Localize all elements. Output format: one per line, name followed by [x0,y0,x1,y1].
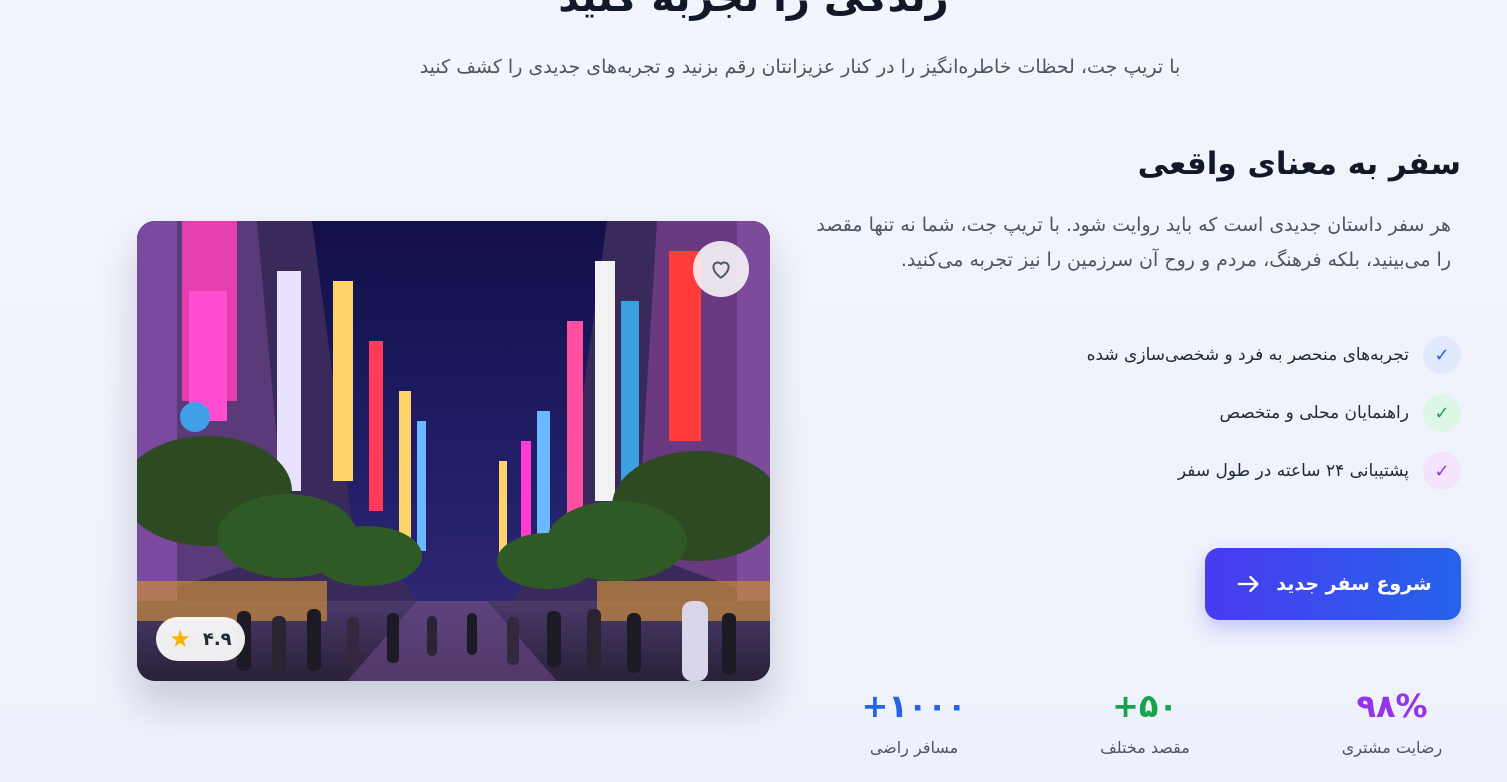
heart-icon [712,261,730,279]
section-description: هر سفر داستان جدیدی است که باید روایت شو… [816,214,1451,271]
city-night-photo [137,221,770,681]
check-icon: ✓ [1423,394,1461,432]
stat-value: ۹۸% [1356,687,1428,725]
feature-item: ✓ راهنمایان محلی و متخصص [1001,394,1461,432]
stat-label: رضایت مشتری [1341,738,1443,757]
arrow-right-icon [1237,575,1259,593]
stat-satisfaction: ۹۸% رضایت مشتری [1302,686,1482,757]
stat-value: ۱۰۰۰+ [861,687,967,725]
feature-label: تجربه‌های منحصر به فرد و شخصی‌سازی شده [1086,345,1409,365]
rating-badge: ★ ۴.۹ [156,617,245,661]
section-title: سفر به معنای واقعی [1137,146,1461,182]
check-icon: ✓ [1423,336,1461,374]
hero-subtitle: با تریپ جت، لحظات خاطره‌انگیز را در کنار… [419,56,1181,78]
hero-title: زندگی را تجربه کنید [0,0,1507,18]
stats-row: ۹۸% رضایت مشتری ۵۰+ مقصد مختلف ۱۰۰۰+ مسا… [820,686,1460,766]
start-trip-label: شروع سفر جدید [1276,573,1432,595]
start-trip-button[interactable]: شروع سفر جدید [1205,548,1461,620]
stat-destinations: ۵۰+ مقصد مختلف [1055,686,1235,757]
favorite-button[interactable] [693,241,749,297]
check-icon: ✓ [1423,452,1461,490]
stat-travelers: ۱۰۰۰+ مسافر راضی [824,686,1004,757]
feature-list: ✓ تجربه‌های منحصر به فرد و شخصی‌سازی شده… [1001,336,1461,510]
stat-label: مسافر راضی [869,738,959,757]
star-icon: ★ [169,625,191,653]
rating-value: ۴.۹ [202,628,232,650]
feature-label: پشتیبانی ۲۴ ساعته در طول سفر [1177,461,1409,481]
feature-label: راهنمایان محلی و متخصص [1219,403,1409,423]
stat-value: ۵۰+ [1112,687,1178,725]
feature-item: ✓ پشتیبانی ۲۴ ساعته در طول سفر [1001,452,1461,490]
feature-item: ✓ تجربه‌های منحصر به فرد و شخصی‌سازی شده [1001,336,1461,374]
destination-image-card: ★ ۴.۹ [137,221,770,681]
stat-label: مقصد مختلف [1100,738,1190,757]
page: زندگی را تجربه کنید با تریپ جت، لحظات خا… [0,0,1507,782]
